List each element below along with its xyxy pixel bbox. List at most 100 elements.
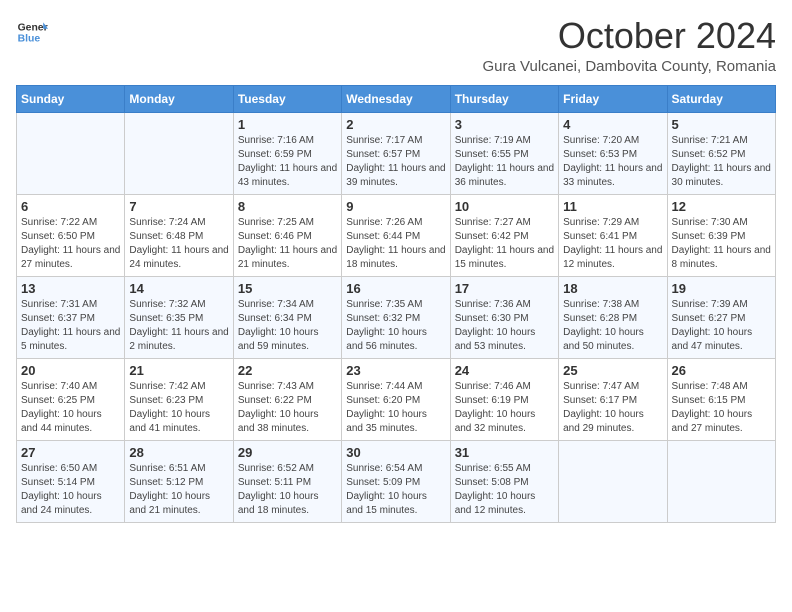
calendar-cell: 27Sunrise: 6:50 AMSunset: 5:14 PMDayligh… bbox=[17, 440, 125, 522]
calendar-cell: 29 Sunrise: 6:52 AMSunset: 5:11 PMDayligh… bbox=[233, 440, 341, 522]
day-info: Sunrise: 7:40 AMSunset: 6:25 PMDaylight:… bbox=[21, 380, 120, 436]
calendar-cell: 20 Sunrise: 7:40 AMSunset: 6:25 PMDayligh… bbox=[17, 358, 125, 440]
day-info: Sunrise: 7:30 AMSunset: 6:39 PMDaylight:… bbox=[672, 216, 771, 272]
calendar-cell: 17Sunrise: 7:36 AMSunset: 6:30 PMDayligh… bbox=[450, 276, 558, 358]
day-info: Sunrise: 7:25 AMSunset: 6:46 PMDaylight:… bbox=[238, 216, 337, 272]
day-info: Sunrise: 7:46 AMSunset: 6:19 PMDaylight:… bbox=[455, 380, 554, 436]
day-info: Sunrise: 7:43 AMSunset: 6:22 PMDaylight:… bbox=[238, 380, 337, 436]
day-number: 16 bbox=[346, 281, 445, 296]
day-number: 11 bbox=[563, 199, 662, 214]
day-of-week-header: Friday bbox=[559, 85, 667, 112]
day-info: Sunrise: 7:38 AMSunset: 6:28 PMDaylight:… bbox=[563, 298, 662, 354]
calendar-cell: 19 Sunrise: 7:39 AMSunset: 6:27 PMDayligh… bbox=[667, 276, 775, 358]
calendar-cell: 22 Sunrise: 7:43 AMSunset: 6:22 PMDayligh… bbox=[233, 358, 341, 440]
calendar-cell: 25Sunrise: 7:47 AMSunset: 6:17 PMDayligh… bbox=[559, 358, 667, 440]
day-number: 26 bbox=[672, 363, 771, 378]
calendar-cell: 1 Sunrise: 7:16 AMSunset: 6:59 PMDaylight… bbox=[233, 112, 341, 194]
day-number: 30 bbox=[346, 445, 445, 460]
calendar-cell: 12 Sunrise: 7:30 AMSunset: 6:39 PMDayligh… bbox=[667, 194, 775, 276]
day-info: Sunrise: 7:29 AMSunset: 6:41 PMDaylight:… bbox=[563, 216, 662, 272]
calendar-cell: 21 Sunrise: 7:42 AMSunset: 6:23 PMDayligh… bbox=[125, 358, 233, 440]
logo: General Blue bbox=[16, 16, 48, 48]
day-info: Sunrise: 7:44 AMSunset: 6:20 PMDaylight:… bbox=[346, 380, 445, 436]
day-info: Sunrise: 7:35 AMSunset: 6:32 PMDaylight:… bbox=[346, 298, 445, 354]
calendar-cell: 15 Sunrise: 7:34 AMSunset: 6:34 PMDayligh… bbox=[233, 276, 341, 358]
day-info: Sunrise: 7:32 AMSunset: 6:35 PMDaylight:… bbox=[129, 298, 228, 354]
day-info: Sunrise: 7:27 AMSunset: 6:42 PMDaylight:… bbox=[455, 216, 554, 272]
day-of-week-header: Saturday bbox=[667, 85, 775, 112]
day-number: 15 bbox=[238, 281, 337, 296]
day-info: Sunrise: 6:54 AMSunset: 5:09 PMDaylight:… bbox=[346, 462, 445, 518]
day-number: 27 bbox=[21, 445, 120, 460]
day-info: Sunrise: 7:47 AMSunset: 6:17 PMDaylight:… bbox=[563, 380, 662, 436]
calendar-week-row: 1 Sunrise: 7:16 AMSunset: 6:59 PMDaylight… bbox=[17, 112, 776, 194]
day-info: Sunrise: 7:22 AMSunset: 6:50 PMDaylight:… bbox=[21, 216, 120, 272]
day-number: 12 bbox=[672, 199, 771, 214]
day-number: 4 bbox=[563, 117, 662, 132]
day-number: 31 bbox=[455, 445, 554, 460]
calendar-cell: 18 Sunrise: 7:38 AMSunset: 6:28 PMDayligh… bbox=[559, 276, 667, 358]
day-number: 23 bbox=[346, 363, 445, 378]
calendar-cell: 10Sunrise: 7:27 AMSunset: 6:42 PMDayligh… bbox=[450, 194, 558, 276]
day-info: Sunrise: 7:17 AMSunset: 6:57 PMDaylight:… bbox=[346, 134, 445, 190]
calendar-week-row: 13 Sunrise: 7:31 AMSunset: 6:37 PMDayligh… bbox=[17, 276, 776, 358]
day-info: Sunrise: 6:51 AMSunset: 5:12 PMDaylight:… bbox=[129, 462, 228, 518]
calendar-header-row: SundayMondayTuesdayWednesdayThursdayFrid… bbox=[17, 85, 776, 112]
calendar-cell: 31 Sunrise: 6:55 AMSunset: 5:08 PMDayligh… bbox=[450, 440, 558, 522]
day-info: Sunrise: 7:42 AMSunset: 6:23 PMDaylight:… bbox=[129, 380, 228, 436]
calendar-cell: 23 Sunrise: 7:44 AMSunset: 6:20 PMDayligh… bbox=[342, 358, 450, 440]
calendar-week-row: 27Sunrise: 6:50 AMSunset: 5:14 PMDayligh… bbox=[17, 440, 776, 522]
calendar-cell: 3Sunrise: 7:19 AMSunset: 6:55 PMDaylight… bbox=[450, 112, 558, 194]
day-number: 3 bbox=[455, 117, 554, 132]
calendar-cell: 4 Sunrise: 7:20 AMSunset: 6:53 PMDaylight… bbox=[559, 112, 667, 194]
day-number: 21 bbox=[129, 363, 228, 378]
calendar-cell: 6 Sunrise: 7:22 AMSunset: 6:50 PMDaylight… bbox=[17, 194, 125, 276]
day-info: Sunrise: 7:31 AMSunset: 6:37 PMDaylight:… bbox=[21, 298, 120, 354]
month-title: October 2024 bbox=[483, 16, 776, 56]
day-info: Sunrise: 7:34 AMSunset: 6:34 PMDaylight:… bbox=[238, 298, 337, 354]
calendar-cell bbox=[125, 112, 233, 194]
day-info: Sunrise: 7:48 AMSunset: 6:15 PMDaylight:… bbox=[672, 380, 771, 436]
day-info: Sunrise: 7:39 AMSunset: 6:27 PMDaylight:… bbox=[672, 298, 771, 354]
day-number: 9 bbox=[346, 199, 445, 214]
day-info: Sunrise: 7:20 AMSunset: 6:53 PMDaylight:… bbox=[563, 134, 662, 190]
calendar-cell: 28 Sunrise: 6:51 AMSunset: 5:12 PMDayligh… bbox=[125, 440, 233, 522]
day-number: 18 bbox=[563, 281, 662, 296]
day-number: 7 bbox=[129, 199, 228, 214]
calendar-cell: 8Sunrise: 7:25 AMSunset: 6:46 PMDaylight… bbox=[233, 194, 341, 276]
day-info: Sunrise: 6:52 AMSunset: 5:11 PMDaylight:… bbox=[238, 462, 337, 518]
day-number: 29 bbox=[238, 445, 337, 460]
calendar-cell: 13 Sunrise: 7:31 AMSunset: 6:37 PMDayligh… bbox=[17, 276, 125, 358]
day-number: 6 bbox=[21, 199, 120, 214]
calendar-cell: 9Sunrise: 7:26 AMSunset: 6:44 PMDaylight… bbox=[342, 194, 450, 276]
day-number: 13 bbox=[21, 281, 120, 296]
day-number: 19 bbox=[672, 281, 771, 296]
calendar-cell bbox=[667, 440, 775, 522]
day-info: Sunrise: 7:16 AMSunset: 6:59 PMDaylight:… bbox=[238, 134, 337, 190]
day-info: Sunrise: 6:55 AMSunset: 5:08 PMDaylight:… bbox=[455, 462, 554, 518]
day-of-week-header: Thursday bbox=[450, 85, 558, 112]
svg-text:Blue: Blue bbox=[18, 34, 41, 45]
calendar-cell: 14Sunrise: 7:32 AMSunset: 6:35 PMDayligh… bbox=[125, 276, 233, 358]
calendar-cell: 26 Sunrise: 7:48 AMSunset: 6:15 PMDayligh… bbox=[667, 358, 775, 440]
day-number: 28 bbox=[129, 445, 228, 460]
day-of-week-header: Tuesday bbox=[233, 85, 341, 112]
day-number: 1 bbox=[238, 117, 337, 132]
page-header: General Blue October 2024 Gura Vulcanei,… bbox=[16, 16, 776, 75]
calendar-cell: 2 Sunrise: 7:17 AMSunset: 6:57 PMDaylight… bbox=[342, 112, 450, 194]
day-of-week-header: Wednesday bbox=[342, 85, 450, 112]
day-info: Sunrise: 7:21 AMSunset: 6:52 PMDaylight:… bbox=[672, 134, 771, 190]
day-number: 20 bbox=[21, 363, 120, 378]
day-info: Sunrise: 7:24 AMSunset: 6:48 PMDaylight:… bbox=[129, 216, 228, 272]
day-number: 22 bbox=[238, 363, 337, 378]
logo-icon: General Blue bbox=[16, 16, 48, 48]
calendar-cell: 24Sunrise: 7:46 AMSunset: 6:19 PMDayligh… bbox=[450, 358, 558, 440]
calendar-cell: 16 Sunrise: 7:35 AMSunset: 6:32 PMDayligh… bbox=[342, 276, 450, 358]
calendar-cell bbox=[17, 112, 125, 194]
calendar-cell: 30 Sunrise: 6:54 AMSunset: 5:09 PMDayligh… bbox=[342, 440, 450, 522]
day-number: 5 bbox=[672, 117, 771, 132]
calendar-cell: 5 Sunrise: 7:21 AMSunset: 6:52 PMDaylight… bbox=[667, 112, 775, 194]
calendar-cell: 7 Sunrise: 7:24 AMSunset: 6:48 PMDaylight… bbox=[125, 194, 233, 276]
day-of-week-header: Sunday bbox=[17, 85, 125, 112]
day-number: 2 bbox=[346, 117, 445, 132]
